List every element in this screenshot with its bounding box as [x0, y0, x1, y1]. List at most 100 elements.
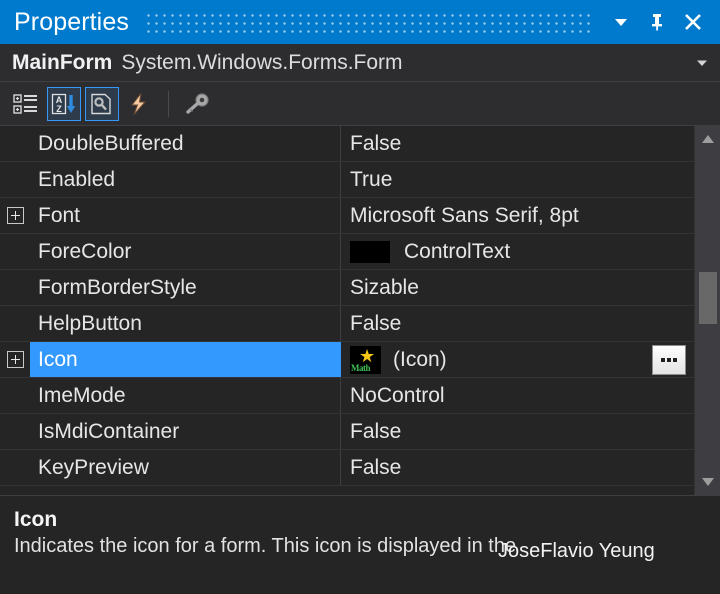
property-name-cell[interactable]: HelpButton — [30, 306, 341, 341]
vertical-scrollbar[interactable] — [694, 126, 720, 495]
ellipsis-dot — [667, 357, 671, 362]
property-name: DoubleBuffered — [38, 131, 184, 155]
property-value-cell[interactable]: False — [341, 306, 694, 341]
object-selector[interactable]: MainForm System.Windows.Forms.Form — [0, 44, 720, 82]
row-expander-slot — [0, 306, 30, 341]
row-expander-slot — [0, 342, 30, 377]
property-value: False — [350, 311, 402, 335]
property-value-cell[interactable]: False — [341, 414, 694, 449]
property-name: ForeColor — [38, 239, 132, 263]
ellipsis-dot — [673, 357, 677, 362]
chevron-down-icon — [697, 60, 707, 66]
sort-az-icon: A Z — [51, 93, 76, 114]
property-name: Icon — [38, 347, 78, 371]
table-row[interactable]: ImeMode NoControl — [0, 378, 694, 414]
svg-text:Z: Z — [56, 104, 62, 114]
icon-thumbnail-caption: Math — [351, 362, 371, 373]
color-swatch — [350, 240, 390, 263]
close-button[interactable] — [676, 5, 710, 39]
row-expander-slot — [0, 270, 30, 305]
row-expander-slot — [0, 234, 30, 269]
scroll-up-icon — [701, 135, 714, 143]
property-value: (Icon) — [393, 347, 447, 371]
property-value-cell[interactable]: ControlText — [341, 234, 694, 269]
property-value: False — [350, 419, 402, 443]
lightning-icon — [130, 92, 147, 115]
property-name-cell[interactable]: IsMdiContainer — [30, 414, 341, 449]
row-expander-slot — [0, 198, 30, 233]
property-value-cell[interactable]: True — [341, 162, 694, 197]
properties-button[interactable] — [85, 86, 119, 121]
expand-plus-icon[interactable] — [6, 351, 24, 368]
wrench-key-icon — [186, 92, 209, 114]
property-value: NoControl — [350, 383, 445, 407]
property-name-cell[interactable]: Icon — [30, 342, 341, 377]
scrollbar-track[interactable] — [695, 152, 720, 469]
categorized-button[interactable] — [9, 87, 43, 121]
property-value-cell[interactable]: ★ Math (Icon) — [341, 342, 694, 377]
property-name: IsMdiContainer — [38, 419, 180, 443]
titlebar-grip[interactable] — [146, 11, 594, 33]
scroll-down-icon — [701, 478, 714, 486]
object-type: System.Windows.Forms.Form — [121, 50, 403, 74]
object-name: MainForm — [12, 50, 113, 74]
scrollbar-thumb[interactable] — [698, 272, 717, 325]
table-row[interactable]: IsMdiContainer False — [0, 414, 694, 450]
description-text: Indicates the icon for a form. This icon… — [14, 535, 517, 557]
row-expander-slot — [0, 450, 30, 485]
property-name: Enabled — [38, 167, 116, 191]
properties-panel: Properties MainForm System.Windows.Forms… — [0, 0, 720, 594]
property-pages-button[interactable] — [180, 87, 214, 121]
property-name-cell[interactable]: DoubleBuffered — [30, 126, 341, 161]
pin-button[interactable] — [640, 5, 674, 39]
alphabetical-button[interactable]: A Z — [47, 86, 81, 121]
table-row[interactable]: HelpButton False — [0, 306, 694, 342]
window-menu-chevron[interactable] — [604, 5, 638, 39]
property-value: False — [350, 131, 402, 155]
table-row[interactable]: Enabled True — [0, 162, 694, 198]
row-expander-slot — [0, 378, 30, 413]
property-value-cell[interactable]: NoControl — [341, 378, 694, 413]
close-icon — [685, 14, 701, 30]
table-row[interactable]: Font Microsoft Sans Serif, 8pt — [0, 198, 694, 234]
property-name-cell[interactable]: KeyPreview — [30, 450, 341, 485]
property-name-cell[interactable]: ForeColor — [30, 234, 341, 269]
property-value: Sizable — [350, 275, 419, 299]
property-value: Microsoft Sans Serif, 8pt — [350, 203, 579, 227]
categorized-icon — [13, 93, 37, 114]
property-name-cell[interactable]: Font — [30, 198, 341, 233]
properties-page-icon — [91, 93, 111, 114]
property-value-cell[interactable]: Microsoft Sans Serif, 8pt — [341, 198, 694, 233]
table-row-selected[interactable]: Icon ★ Math (Icon) — [0, 342, 694, 378]
property-grid-container: DoubleBuffered False Enabled True Font M… — [0, 126, 720, 496]
titlebar: Properties — [0, 0, 720, 44]
chevron-down-icon — [615, 19, 627, 26]
property-value-cell[interactable]: False — [341, 126, 694, 161]
property-value: False — [350, 455, 402, 479]
property-name: ImeMode — [38, 383, 126, 407]
table-row[interactable]: ForeColor ControlText — [0, 234, 694, 270]
pin-icon — [652, 14, 662, 31]
scroll-down-button[interactable] — [695, 469, 720, 495]
property-value: ControlText — [404, 239, 511, 263]
object-selector-dropdown[interactable] — [692, 56, 712, 70]
property-name: HelpButton — [38, 311, 142, 335]
property-name-cell[interactable]: ImeMode — [30, 378, 341, 413]
events-button[interactable] — [123, 87, 157, 121]
table-row[interactable]: FormBorderStyle Sizable — [0, 270, 694, 306]
property-value-cell[interactable]: False — [341, 450, 694, 485]
properties-toolbar: A Z — [0, 82, 720, 126]
table-row[interactable]: DoubleBuffered False — [0, 126, 694, 162]
property-value-cell[interactable]: Sizable — [341, 270, 694, 305]
expand-plus-icon[interactable] — [6, 207, 24, 224]
row-expander-slot — [0, 126, 30, 161]
scroll-up-button[interactable] — [695, 126, 720, 152]
row-expander-slot — [0, 162, 30, 197]
property-grid: DoubleBuffered False Enabled True Font M… — [0, 126, 694, 495]
table-row[interactable]: KeyPreview False — [0, 450, 694, 486]
browse-ellipsis-button[interactable] — [652, 344, 686, 375]
property-name-cell[interactable]: FormBorderStyle — [30, 270, 341, 305]
description-pane: Icon Indicates the icon for a form. This… — [0, 496, 720, 594]
property-name-cell[interactable]: Enabled — [30, 162, 341, 197]
icon-thumbnail: ★ Math — [350, 345, 381, 374]
